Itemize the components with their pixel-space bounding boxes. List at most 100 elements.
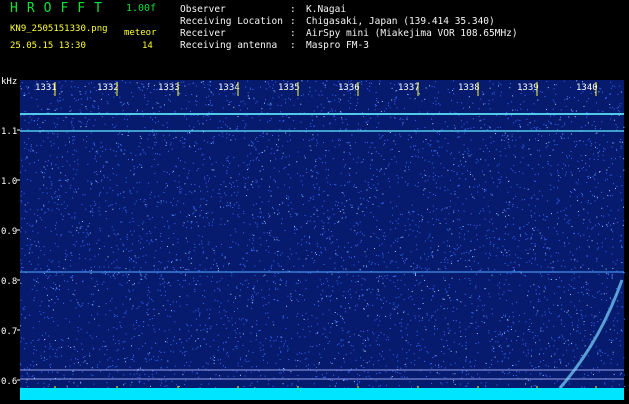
noise-speck — [407, 218, 409, 220]
noise-speck — [366, 248, 368, 250]
noise-speck — [504, 233, 506, 235]
noise-speck — [566, 349, 568, 351]
noise-speck — [582, 222, 584, 224]
noise-speck — [171, 310, 172, 312]
noise-speck — [540, 328, 542, 330]
noise-speck — [259, 237, 261, 239]
noise-speck — [55, 275, 57, 277]
noise-speck — [32, 327, 34, 329]
noise-speck — [508, 330, 510, 332]
noise-speck — [525, 343, 527, 345]
noise-speck — [610, 81, 612, 83]
noise-speck — [261, 178, 263, 180]
noise-speck — [327, 322, 329, 324]
noise-speck — [124, 118, 126, 120]
noise-speck — [161, 382, 163, 384]
noise-speck — [554, 144, 556, 146]
noise-speck — [390, 313, 392, 315]
noise-speck — [20, 200, 22, 202]
noise-speck — [613, 325, 615, 327]
noise-speck — [304, 155, 305, 157]
noise-speck — [154, 173, 156, 175]
noise-speck — [522, 157, 524, 159]
noise-speck — [603, 362, 605, 364]
noise-speck — [165, 187, 167, 189]
noise-speck — [145, 254, 147, 256]
noise-speck — [425, 139, 427, 140]
noise-speck — [207, 276, 209, 278]
noise-speck — [293, 104, 295, 106]
noise-speck — [520, 108, 522, 110]
noise-speck — [37, 240, 39, 242]
noise-speck — [407, 342, 409, 344]
noise-speck — [225, 186, 227, 188]
noise-speck — [477, 262, 479, 264]
noise-speck — [495, 336, 497, 337]
noise-speck — [545, 364, 547, 366]
noise-speck — [364, 251, 366, 253]
noise-speck — [357, 373, 359, 375]
noise-speck — [41, 109, 42, 111]
noise-speck — [287, 204, 289, 206]
noise-speck — [560, 362, 562, 364]
noise-speck — [523, 199, 525, 201]
noise-speck — [285, 282, 287, 284]
noise-speck — [210, 267, 212, 269]
noise-speck — [54, 340, 56, 341]
noise-speck — [469, 322, 471, 324]
noise-speck — [188, 269, 190, 271]
noise-speck — [495, 133, 496, 135]
noise-speck — [330, 101, 332, 102]
noise-speck — [360, 204, 362, 205]
noise-speck — [470, 139, 472, 141]
noise-speck — [342, 295, 344, 297]
noise-speck — [420, 308, 421, 310]
noise-speck — [46, 359, 48, 360]
noise-speck — [283, 343, 285, 345]
noise-speck — [497, 341, 499, 343]
noise-speck — [49, 364, 51, 366]
noise-speck — [131, 338, 133, 340]
noise-speck — [580, 365, 582, 367]
noise-speck — [190, 325, 192, 327]
noise-speck — [79, 257, 81, 259]
noise-speck — [368, 288, 370, 290]
noise-speck — [138, 380, 140, 382]
noise-speck — [288, 97, 290, 99]
noise-speck — [244, 375, 246, 377]
noise-speck — [302, 184, 304, 186]
noise-speck — [394, 117, 396, 119]
noise-speck — [27, 386, 28, 387]
noise-speck — [598, 371, 600, 373]
noise-speck — [426, 351, 428, 353]
noise-speck — [306, 250, 308, 252]
noise-speck — [344, 164, 346, 166]
noise-speck — [119, 101, 121, 103]
noise-speck — [353, 349, 355, 351]
noise-speck — [57, 117, 59, 119]
noise-speck — [563, 286, 565, 288]
noise-speck — [156, 206, 158, 207]
noise-speck — [408, 234, 410, 236]
noise-speck — [271, 264, 273, 266]
noise-speck — [357, 275, 359, 277]
noise-speck — [392, 276, 394, 277]
noise-speck — [501, 335, 503, 337]
noise-speck — [580, 155, 582, 157]
noise-speck — [523, 225, 525, 227]
noise-speck — [133, 173, 135, 175]
noise-speck — [269, 86, 271, 88]
noise-speck — [479, 148, 481, 150]
noise-speck — [541, 275, 543, 277]
noise-speck — [292, 120, 294, 122]
noise-speck — [139, 154, 141, 156]
noise-speck — [560, 210, 562, 212]
noise-speck — [51, 261, 53, 263]
noise-speck — [519, 228, 521, 230]
noise-speck — [353, 184, 355, 186]
noise-speck — [133, 336, 135, 338]
noise-speck — [69, 187, 71, 189]
noise-speck — [50, 187, 52, 189]
noise-speck — [558, 175, 560, 177]
noise-speck — [233, 375, 235, 377]
